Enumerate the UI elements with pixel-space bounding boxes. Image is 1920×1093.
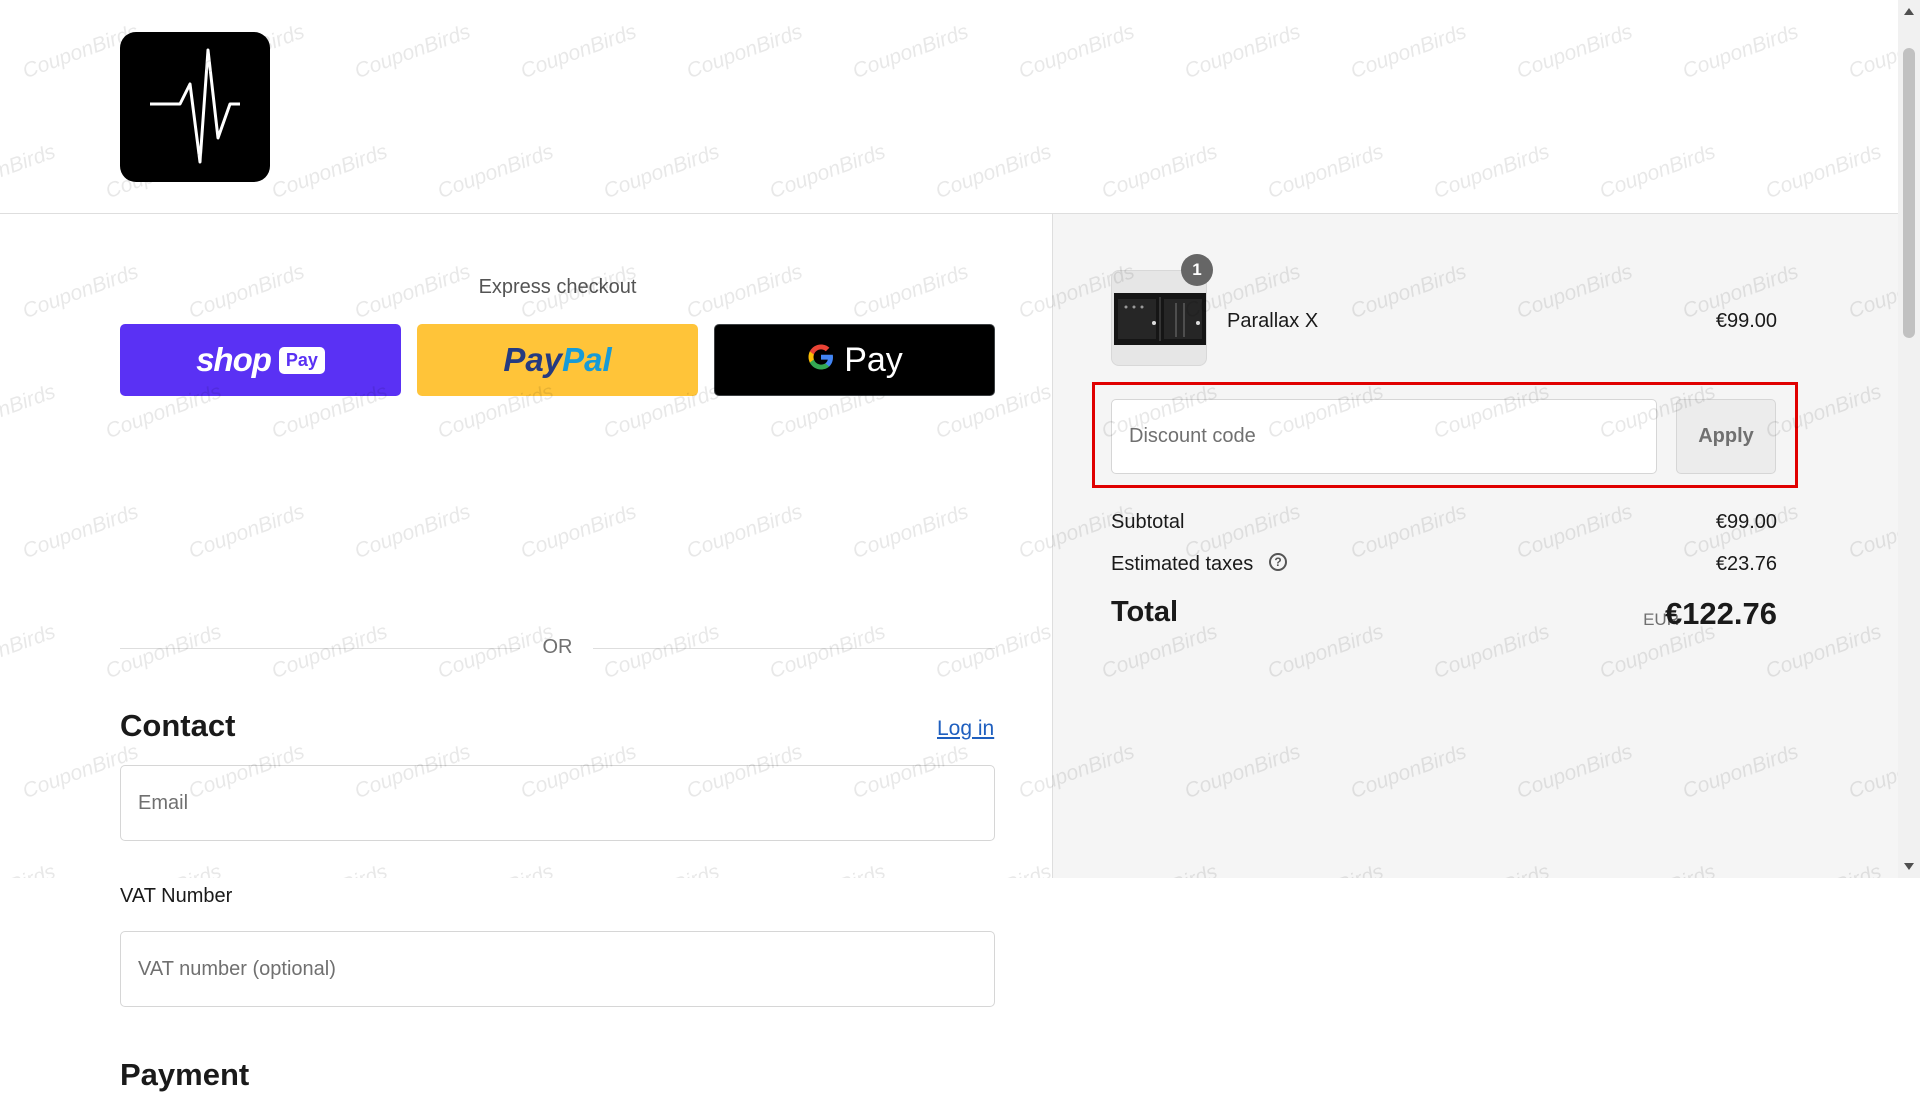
discount-code-input[interactable] [1112,400,1656,473]
or-divider: OR [120,636,995,662]
vat-number-input[interactable] [121,932,994,1006]
paypal-wordmark-pay: Pay [503,341,563,378]
email-field[interactable] [120,765,995,841]
quantity-badge: 1 [1181,254,1213,286]
contact-heading: Contact [120,708,236,743]
product-image [1114,293,1206,345]
google-pay-button[interactable]: Pay [714,324,995,396]
scroll-up-arrow-icon[interactable] [1904,8,1914,15]
paypal-button[interactable]: Pay Pal [417,324,698,396]
email-input[interactable] [121,766,994,840]
paypal-wordmark-pal: Pal [562,341,612,378]
or-label: OR [542,636,573,658]
vertical-scrollbar[interactable] [1898,0,1920,878]
estimated-taxes-label: Estimated taxes [1111,553,1254,575]
estimated-taxes-value: €23.76 [1715,553,1777,575]
total-label: Total [1111,596,1179,628]
subtotal-label: Subtotal [1111,511,1185,533]
store-logo[interactable] [120,32,270,182]
log-in-link[interactable]: Log in [937,717,994,741]
vat-number-field[interactable] [120,931,995,1007]
total-value: €122.76 [1664,596,1777,631]
product-price: €99.00 [1715,310,1777,332]
subtotal-value: €99.00 [1715,511,1777,533]
apply-discount-button[interactable]: Apply [1676,399,1776,474]
vat-number-label: VAT Number [120,885,233,907]
product-name: Parallax X [1227,310,1319,332]
payment-heading: Payment [120,1057,250,1092]
scrollbar-thumb[interactable] [1903,48,1915,338]
google-pay-wordmark: Pay [844,340,903,379]
help-circle-icon[interactable]: ? [1269,553,1287,571]
scroll-down-arrow-icon[interactable] [1904,863,1914,870]
shop-pay-button[interactable]: shop Pay [120,324,401,396]
discount-code-field[interactable] [1111,399,1657,474]
checkout-form: Express checkout shop Pay Pay Pal Pay OR … [0,214,1052,1092]
express-checkout-title: Express checkout [478,276,637,298]
header [0,0,1898,214]
google-g-icon [806,339,836,381]
heartbeat-icon [150,48,240,164]
shop-pay-wordmark: shop [196,341,272,378]
order-summary: 1 Parallax X €99.00 Apply Subtotal €99.0… [1052,214,1899,878]
shop-pay-badge: Pay [278,346,325,374]
